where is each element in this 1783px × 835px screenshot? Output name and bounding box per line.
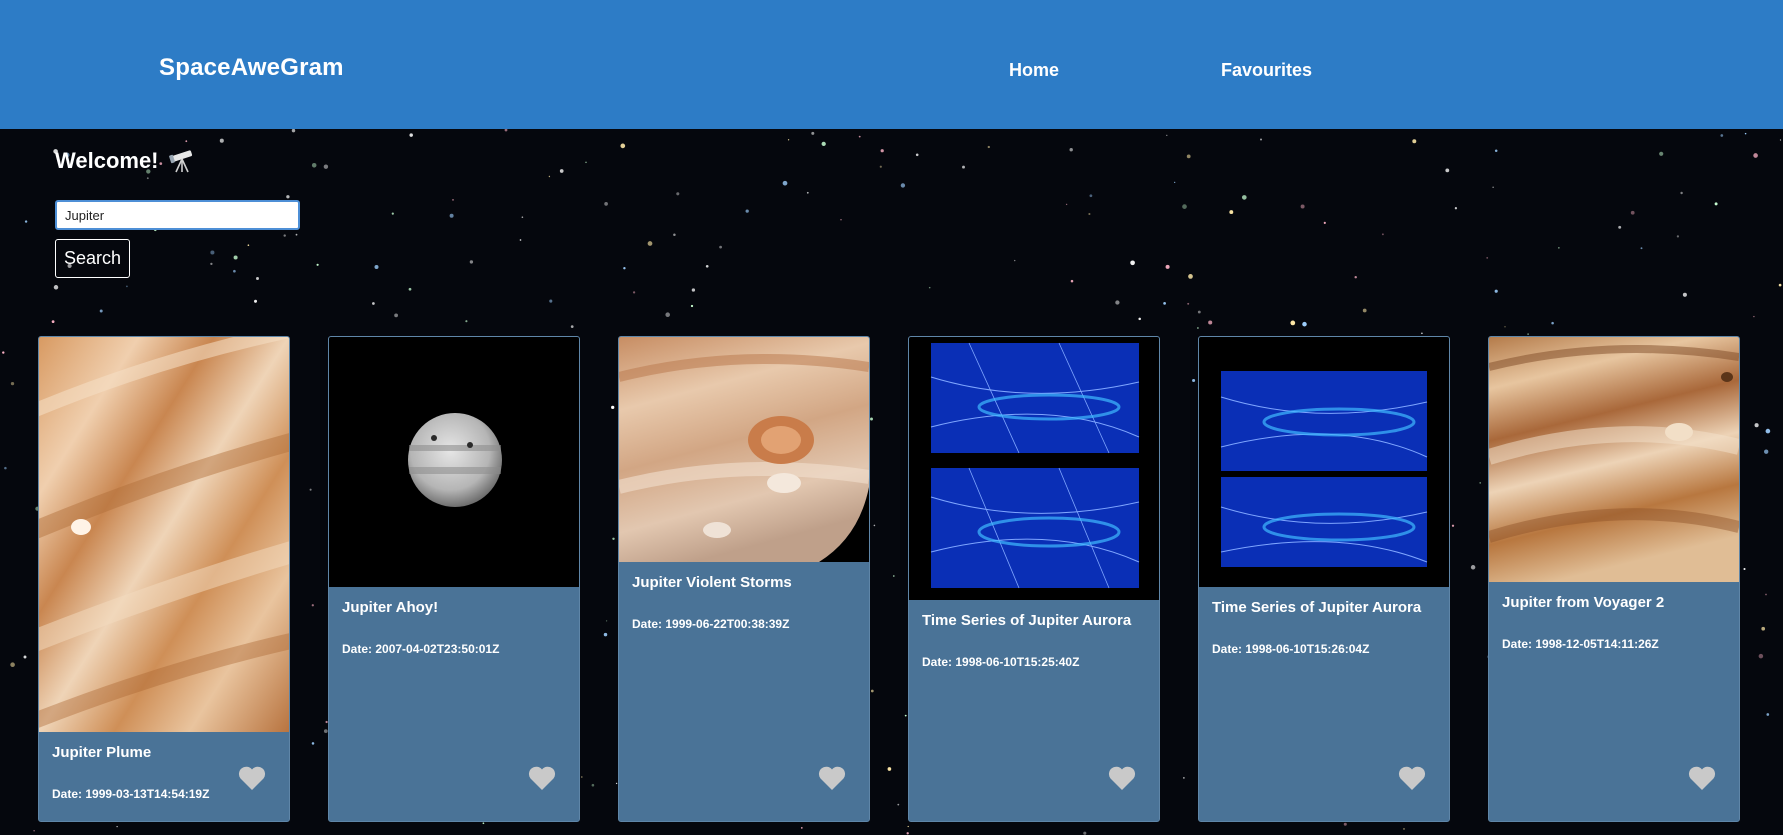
card-date: Date: 1999-06-22T00:38:39Z [632,617,790,631]
card-title: Jupiter Ahoy! [342,599,439,616]
card-title: Jupiter from Voyager 2 [1502,594,1665,611]
card-image [329,337,579,587]
telescope-icon [168,150,192,173]
card-image [1199,337,1449,587]
photo-card: Jupiter Plume Date: 1999-03-13T14:54:19Z [38,336,290,822]
photo-card: Jupiter Ahoy! Date: 2007-04-02T23:50:01Z [328,336,580,822]
card-image [1489,337,1739,582]
heart-icon[interactable] [818,765,846,791]
photo-card: Jupiter from Voyager 2 Date: 1998-12-05T… [1488,336,1740,822]
card-date: Date: 2007-04-02T23:50:01Z [342,642,500,656]
navbar: SpaceAweGram Home Favourites [0,0,1783,129]
welcome-text: Welcome! [55,148,159,173]
nav-favourites-link[interactable]: Favourites [1221,60,1312,81]
card-title: Jupiter Plume [52,744,152,761]
search-input[interactable] [55,200,300,230]
card-title: Jupiter Violent Storms [632,574,792,591]
card-title: Time Series of Jupiter Aurora [922,612,1132,629]
card-date: Date: 1999-03-13T14:54:19Z [52,787,210,801]
card-image [39,337,289,732]
photo-card: Time Series of Jupiter Aurora Date: 1998… [908,336,1160,822]
card-date: Date: 1998-12-05T14:11:26Z [1502,637,1659,651]
brand-logo[interactable]: SpaceAweGram [159,54,344,82]
card-date: Date: 1998-06-10T15:25:40Z [922,655,1080,669]
nav-home-link[interactable]: Home [1009,60,1059,81]
card-image [909,337,1159,600]
heart-icon[interactable] [1108,765,1136,791]
photo-card: Time Series of Jupiter Aurora Date: 1998… [1198,336,1450,822]
card-title: Time Series of Jupiter Aurora [1212,599,1422,616]
photo-card: Jupiter Violent Storms Date: 1999-06-22T… [618,336,870,822]
welcome-heading: Welcome! [55,148,195,174]
heart-icon[interactable] [1688,765,1716,791]
search-button[interactable]: Search [55,239,130,278]
heart-icon[interactable] [528,765,556,791]
heart-icon[interactable] [238,765,266,791]
card-image [619,337,869,562]
heart-icon[interactable] [1398,765,1426,791]
card-date: Date: 1998-06-10T15:26:04Z [1212,642,1370,656]
